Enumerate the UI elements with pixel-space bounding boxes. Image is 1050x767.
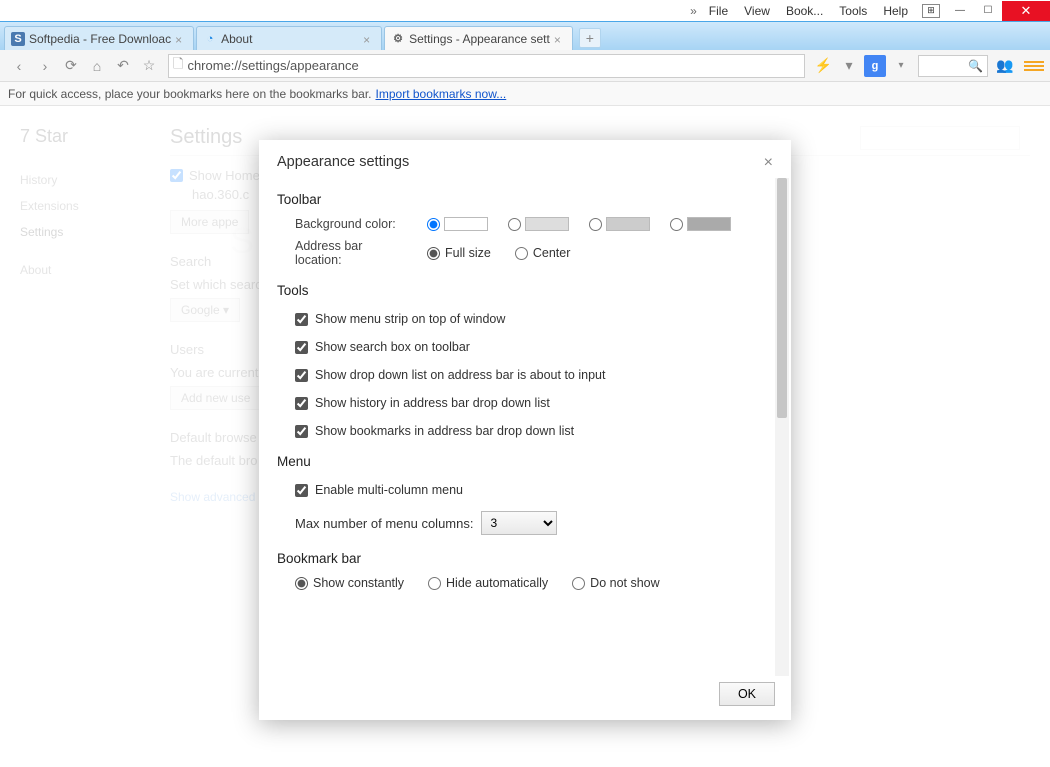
- swatch-white-icon: [444, 217, 488, 231]
- favicon-about-icon: ◔: [203, 32, 217, 46]
- window-buttons: — ☐ ✕: [946, 1, 1050, 21]
- minimize-button[interactable]: —: [946, 1, 974, 21]
- reload-button[interactable]: ⟳: [59, 54, 83, 78]
- menu-button[interactable]: [1024, 61, 1044, 71]
- bm-hide-radio[interactable]: [428, 577, 441, 590]
- bolt-icon[interactable]: ⚡: [815, 57, 832, 74]
- menubar: » File View Book... Tools Help ⊞: [686, 4, 946, 18]
- addr-dropdown[interactable]: ▾: [837, 54, 861, 78]
- bgcolor-options: [427, 217, 731, 231]
- bookmark-bar: For quick access, place your bookmarks h…: [0, 82, 1050, 106]
- modal-body: Toolbar Background color: Address bar lo…: [259, 176, 791, 674]
- close-button[interactable]: ✕: [1002, 1, 1050, 21]
- menu-view[interactable]: View: [736, 4, 778, 18]
- appearance-modal: Appearance settings × Toolbar Background…: [259, 140, 791, 720]
- tools-heading: Tools: [277, 283, 765, 298]
- globe-icon: 🗋: [173, 55, 183, 77]
- back-button[interactable]: ‹: [7, 54, 31, 78]
- favicon-gear-icon: ⚙: [391, 32, 405, 46]
- tab-close-icon[interactable]: ×: [363, 33, 375, 45]
- bgcolor-radio-3[interactable]: [589, 218, 602, 231]
- menu-cols-label: Max number of menu columns:: [295, 516, 473, 531]
- star-button[interactable]: ☆: [137, 54, 161, 78]
- searchbox[interactable]: 🔍: [918, 55, 988, 77]
- swatch-mid-icon: [606, 217, 650, 231]
- check-bookmarks-dd-label: Show bookmarks in address bar drop down …: [315, 424, 574, 438]
- bm-show-radio[interactable]: [295, 577, 308, 590]
- toolbar: ‹ › ⟳ ⌂ ↶ ☆ 🗋 ⚡ ▾ g ▾ 🔍 👥: [0, 50, 1050, 82]
- addrloc-full-label: Full size: [445, 246, 491, 260]
- menu-file[interactable]: File: [701, 4, 736, 18]
- bgcolor-radio-1[interactable]: [427, 218, 440, 231]
- import-bookmarks-link[interactable]: Import bookmarks now...: [376, 87, 507, 101]
- swatch-dark-icon: [687, 217, 731, 231]
- bookmark-hint: For quick access, place your bookmarks h…: [8, 87, 372, 101]
- check-search-box-label: Show search box on toolbar: [315, 340, 470, 354]
- bm-show-label: Show constantly: [313, 576, 404, 590]
- address-input[interactable]: [187, 58, 799, 73]
- bgcolor-label: Background color:: [295, 217, 411, 231]
- google-search-button[interactable]: g: [864, 55, 886, 77]
- swatch-light-icon: [525, 217, 569, 231]
- home-button[interactable]: ⌂: [85, 54, 109, 78]
- toolbar-heading: Toolbar: [277, 192, 765, 207]
- undo-button[interactable]: ↶: [111, 54, 135, 78]
- address-bar[interactable]: 🗋: [168, 54, 805, 78]
- tab-softpedia[interactable]: S Softpedia - Free Downloac ×: [4, 26, 194, 50]
- menu-bookmarks[interactable]: Book...: [778, 4, 831, 18]
- addrloc-center-radio[interactable]: [515, 247, 528, 260]
- tab-close-icon[interactable]: ×: [175, 33, 187, 45]
- addrloc-center-label: Center: [533, 246, 571, 260]
- addrloc-label: Address bar location:: [295, 239, 411, 267]
- forward-button[interactable]: ›: [33, 54, 57, 78]
- menu-help[interactable]: Help: [875, 4, 916, 18]
- favicon-softpedia-icon: S: [11, 32, 25, 46]
- bgcolor-radio-4[interactable]: [670, 218, 683, 231]
- check-bookmarks-dd[interactable]: [295, 425, 308, 438]
- modal-scrollbar[interactable]: [775, 178, 789, 676]
- newtab-button[interactable]: +: [579, 28, 601, 48]
- tab-title: Settings - Appearance sett: [409, 32, 550, 46]
- bm-none-label: Do not show: [590, 576, 659, 590]
- tab-close-icon[interactable]: ×: [554, 33, 566, 45]
- tab-title: About: [221, 32, 359, 46]
- search-icon: 🔍: [968, 59, 983, 73]
- menu-heading: Menu: [277, 454, 765, 469]
- menu-cols-select[interactable]: 3: [481, 511, 557, 535]
- tabstrip: S Softpedia - Free Downloac × ◔ About × …: [0, 22, 1050, 50]
- modal-title: Appearance settings: [277, 154, 409, 170]
- check-dropdown-input[interactable]: [295, 369, 308, 382]
- check-history-dd[interactable]: [295, 397, 308, 410]
- users-icon[interactable]: 👥: [993, 54, 1017, 78]
- bgcolor-radio-2[interactable]: [508, 218, 521, 231]
- menubar-overflow[interactable]: »: [686, 4, 701, 18]
- check-enable-multicol-label: Enable multi-column menu: [315, 483, 463, 497]
- modal-close-icon[interactable]: ×: [764, 154, 773, 172]
- check-menu-strip[interactable]: [295, 313, 308, 326]
- scroll-thumb[interactable]: [777, 178, 787, 418]
- tab-about[interactable]: ◔ About ×: [196, 26, 382, 50]
- ok-button[interactable]: OK: [719, 682, 775, 706]
- titlebar: » File View Book... Tools Help ⊞ — ☐ ✕: [0, 0, 1050, 22]
- check-history-dd-label: Show history in address bar drop down li…: [315, 396, 550, 410]
- search-engine-dropdown[interactable]: ▾: [889, 54, 913, 78]
- maximize-button[interactable]: ☐: [974, 1, 1002, 21]
- menu-tools[interactable]: Tools: [831, 4, 875, 18]
- check-enable-multicol[interactable]: [295, 484, 308, 497]
- bm-hide-label: Hide automatically: [446, 576, 548, 590]
- check-menu-strip-label: Show menu strip on top of window: [315, 312, 505, 326]
- bm-none-radio[interactable]: [572, 577, 585, 590]
- addrloc-full-radio[interactable]: [427, 247, 440, 260]
- panel-icon[interactable]: ⊞: [922, 4, 940, 18]
- tab-title: Softpedia - Free Downloac: [29, 32, 171, 46]
- bookmark-heading: Bookmark bar: [277, 551, 765, 566]
- check-dropdown-input-label: Show drop down list on address bar is ab…: [315, 368, 605, 382]
- check-search-box[interactable]: [295, 341, 308, 354]
- tab-settings[interactable]: ⚙ Settings - Appearance sett ×: [384, 26, 573, 50]
